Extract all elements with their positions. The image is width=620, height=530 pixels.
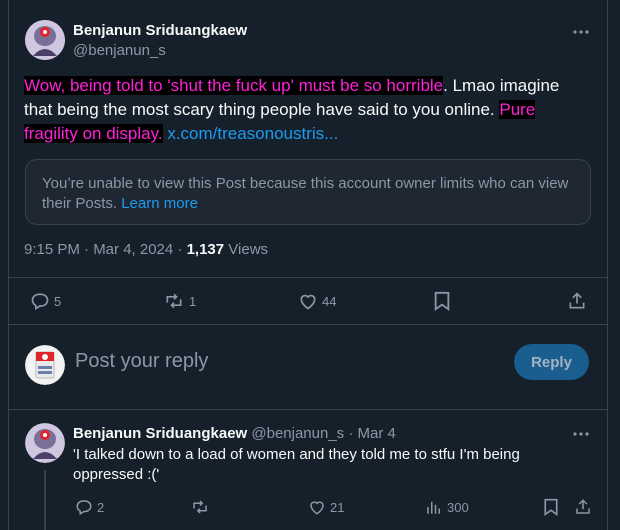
reply-like-button[interactable]: 21 xyxy=(308,498,344,516)
reply-author-name[interactable]: Benjanun Sriduangkaew xyxy=(73,425,247,442)
views-label: Views xyxy=(224,241,269,258)
reply-views-count: 300 xyxy=(447,499,469,515)
reply-button[interactable]: Reply xyxy=(514,344,589,380)
reply-action-button[interactable]: 5 xyxy=(30,291,61,311)
post-text: Wow, being told to 'shut the fuck up' mu… xyxy=(24,74,592,146)
current-user-avatar[interactable] xyxy=(25,345,65,385)
post-timestamp[interactable]: 9:15 PM · Mar 4, 2024 · xyxy=(24,241,187,258)
reply-icon xyxy=(75,498,93,516)
heart-icon xyxy=(298,291,318,311)
repost-count: 1 xyxy=(189,293,197,309)
share-icon xyxy=(574,498,592,516)
author-avatar[interactable] xyxy=(25,20,65,60)
reply-text: 'I talked down to a load of women and th… xyxy=(73,446,520,483)
more-options-icon[interactable] xyxy=(571,22,591,42)
thread-line xyxy=(44,470,46,530)
views-count: 1,137 xyxy=(186,241,225,258)
post-meta: 9:15 PM · Mar 4, 2024 · 1,137 Views xyxy=(24,241,268,258)
reply-header: Benjanun Sriduangkaew @benjanun_s · Mar … xyxy=(73,425,396,442)
reply-like-count: 21 xyxy=(330,499,345,515)
reply-views-button[interactable]: 300 xyxy=(425,498,469,516)
heart-icon xyxy=(308,498,326,516)
share-button[interactable] xyxy=(567,291,587,311)
quoted-link[interactable]: x.com/treasonoustris... xyxy=(167,124,338,143)
bookmark-button[interactable] xyxy=(433,291,451,311)
divider xyxy=(9,277,607,278)
repost-icon xyxy=(163,291,185,311)
reply-bookmark-button[interactable] xyxy=(543,498,559,516)
reply-author-avatar[interactable] xyxy=(25,423,65,463)
divider xyxy=(9,324,607,325)
like-count: 44 xyxy=(322,293,337,309)
unavailable-post-notice: You’re unable to view this Post because … xyxy=(25,159,591,225)
reply-author-handle[interactable]: @benjanun_s · Mar 4 xyxy=(251,425,395,442)
repost-action-button[interactable]: 1 xyxy=(163,291,196,311)
reply-share-button[interactable] xyxy=(574,498,592,516)
like-action-button[interactable]: 44 xyxy=(298,291,336,311)
author-handle[interactable]: @benjanun_s xyxy=(73,42,166,59)
reply-icon xyxy=(30,291,50,311)
bookmark-icon xyxy=(433,291,451,311)
analytics-icon xyxy=(425,498,443,516)
bookmark-icon xyxy=(543,498,559,516)
reply-more-options-icon[interactable] xyxy=(571,424,591,444)
divider xyxy=(9,409,607,410)
reply-count: 5 xyxy=(54,293,62,309)
reply-repost-button[interactable] xyxy=(190,498,210,516)
repost-icon xyxy=(190,498,210,516)
reply-input[interactable]: Post your reply xyxy=(75,350,208,373)
learn-more-link[interactable]: Learn more xyxy=(121,195,198,212)
author-name[interactable]: Benjanun Sriduangkaew xyxy=(73,22,247,39)
highlighted-text: Wow, being told to 'shut the fuck up' mu… xyxy=(24,76,444,95)
reply-reply-count: 2 xyxy=(97,499,105,515)
reply-reply-button[interactable]: 2 xyxy=(75,498,104,516)
share-icon xyxy=(567,291,587,311)
